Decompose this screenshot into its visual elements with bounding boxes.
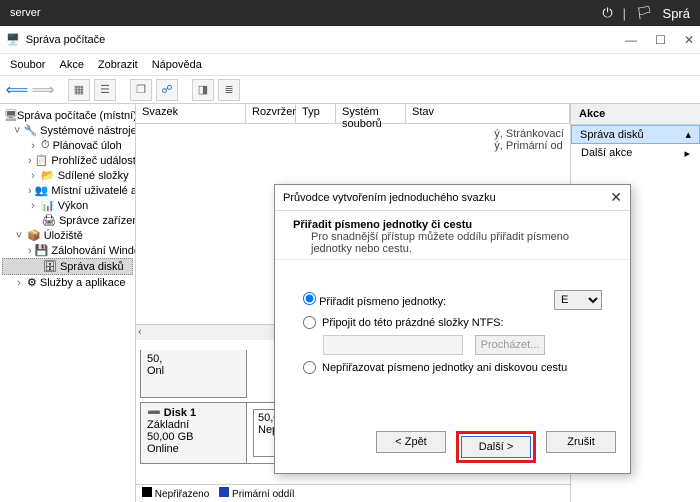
browse-button: Procházet... bbox=[475, 335, 545, 355]
nav-tree: 🖥Správa počítače (místní) ˅🔧Systémové ná… bbox=[0, 104, 136, 502]
close-button[interactable]: ✕ bbox=[684, 33, 694, 47]
window-title: Správa počítače bbox=[26, 34, 106, 46]
vol-list-partial: ý, Stránkovací ý, Primární od bbox=[494, 128, 564, 152]
tb-btn-1[interactable]: ▦ bbox=[68, 79, 90, 101]
radio3-label: Nepřiřazovat písmeno jednotky ani diskov… bbox=[322, 362, 567, 374]
tree-perf[interactable]: ›📊Výkon bbox=[2, 198, 133, 213]
tree-services[interactable]: ›⚙Služby a aplikace bbox=[2, 275, 133, 290]
disk1-status: Online bbox=[147, 443, 240, 455]
menu-akce[interactable]: Akce bbox=[59, 59, 83, 71]
tb-btn-5[interactable]: ◨ bbox=[192, 79, 214, 101]
tb-btn-6[interactable]: ≣ bbox=[218, 79, 240, 101]
drive-letter-select[interactable]: E bbox=[554, 290, 602, 310]
back-button[interactable]: < Zpět bbox=[376, 431, 446, 453]
menu-soubor[interactable]: Soubor bbox=[10, 59, 45, 71]
radio2-label: Připojit do této prázdné složky NTFS: bbox=[322, 317, 504, 329]
tree-storage[interactable]: ˅📦Úložiště bbox=[2, 228, 133, 243]
tree-diskmgmt[interactable]: 🗄Správa disků bbox=[2, 258, 133, 275]
divider: | bbox=[623, 6, 626, 21]
col-stav[interactable]: Stav bbox=[406, 104, 570, 123]
caret-right-icon: ▸ bbox=[684, 147, 690, 160]
col-system[interactable]: Systém souborů bbox=[336, 104, 406, 123]
col-svazek[interactable]: Svazek bbox=[136, 104, 246, 123]
column-headers: Svazek Rozvržení Typ Systém souborů Stav bbox=[136, 104, 570, 124]
cancel-button[interactable]: Zrušit bbox=[546, 431, 616, 453]
tree-eventviewer[interactable]: ›📋Prohlížeč událostí bbox=[2, 153, 133, 168]
dialog-desc: Pro snadnější přístup můžete oddílu přiř… bbox=[293, 231, 612, 255]
tree-root[interactable]: 🖥Správa počítače (místní) bbox=[2, 108, 133, 123]
ntfs-path-input bbox=[323, 335, 463, 355]
disk0-status: Onl bbox=[147, 365, 240, 377]
actions-more[interactable]: Další akce ▸ bbox=[571, 144, 700, 163]
dialog-caption: Přiřadit písmeno jednotky či cestu bbox=[293, 219, 472, 231]
disk1-size: 50,00 GB bbox=[147, 431, 240, 443]
menu-napoveda[interactable]: Nápověda bbox=[152, 59, 202, 71]
tree-backup[interactable]: ›💾Zálohování Windows Se bbox=[2, 243, 133, 258]
tree-scheduler[interactable]: ›⏱Plánovač úloh bbox=[2, 138, 133, 153]
server-right: ⏻ | 🏳 Sprá bbox=[602, 5, 690, 21]
nav-back-icon[interactable]: ⟸ bbox=[6, 79, 28, 101]
radio1-label: Přiřadit písmeno jednotky: bbox=[319, 296, 446, 308]
flag-icon[interactable]: 🏳 bbox=[636, 5, 653, 21]
tree-users[interactable]: ›👥Místní uživatelé a skupi bbox=[2, 183, 133, 198]
legend: Nepřiřazeno Primární oddíl bbox=[136, 484, 570, 502]
col-typ[interactable]: Typ bbox=[296, 104, 336, 123]
window-chrome: 🖥️ Správa počítače — ☐ ✕ bbox=[0, 26, 700, 54]
radio-assign-letter[interactable] bbox=[303, 292, 316, 305]
tree-shared[interactable]: ›📂Sdílené složky bbox=[2, 168, 133, 183]
minimize-button[interactable]: — bbox=[625, 33, 637, 47]
tree-sys-tools[interactable]: ˅🔧Systémové nástroje bbox=[2, 123, 133, 138]
tb-btn-4[interactable]: ☍ bbox=[156, 79, 178, 101]
menu-zobrazit[interactable]: Zobrazit bbox=[98, 59, 138, 71]
wizard-dialog: Průvodce vytvořením jednoduchého svazku … bbox=[274, 184, 631, 474]
radio-mount-ntfs[interactable] bbox=[303, 316, 316, 329]
disk0-size: 50, bbox=[147, 353, 240, 365]
toolbar: ⟸ ⟹ ▦ ☰ ❐ ☍ ◨ ≣ bbox=[0, 76, 700, 104]
tb-btn-2[interactable]: ☰ bbox=[94, 79, 116, 101]
caret-up-icon: ▴ bbox=[685, 128, 691, 141]
nav-fwd-icon[interactable]: ⟹ bbox=[32, 79, 54, 101]
tree-devmgr[interactable]: 🖨Správce zařízení bbox=[2, 213, 133, 228]
next-button[interactable]: Další > bbox=[461, 436, 531, 458]
app-icon: 🖥️ bbox=[6, 33, 20, 46]
radio-no-assign[interactable] bbox=[303, 361, 316, 374]
disk1-type: Základní bbox=[147, 419, 240, 431]
power-icon[interactable]: ⏻ bbox=[602, 5, 612, 21]
tb-btn-3[interactable]: ❐ bbox=[130, 79, 152, 101]
col-rozvrzeni[interactable]: Rozvržení bbox=[246, 104, 296, 123]
actions-selected[interactable]: Správa disků ▴ bbox=[571, 125, 700, 144]
menubar: Soubor Akce Zobrazit Nápověda bbox=[0, 54, 700, 76]
server-titlebar: server ⏻ | 🏳 Sprá bbox=[0, 0, 700, 26]
maximize-button[interactable]: ☐ bbox=[655, 33, 666, 47]
center-pane: Svazek Rozvržení Typ Systém souborů Stav… bbox=[136, 104, 570, 502]
spr-partial: Sprá bbox=[663, 6, 690, 21]
dialog-close-button[interactable]: ✕ bbox=[610, 189, 622, 206]
dialog-title: Průvodce vytvořením jednoduchého svazku bbox=[283, 192, 496, 204]
server-label: server bbox=[10, 7, 41, 19]
actions-header: Akce bbox=[571, 104, 700, 125]
